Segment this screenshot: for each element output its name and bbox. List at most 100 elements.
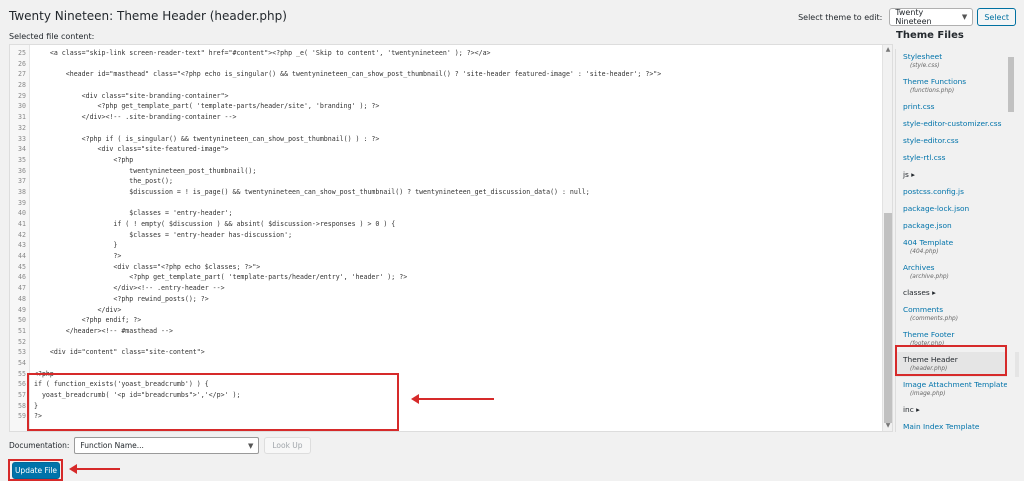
file-item[interactable]: Main Index Template [896,419,1019,432]
code-line[interactable]: 44 ?> [10,251,880,262]
code-line[interactable]: 54 [10,358,880,369]
code-line[interactable]: 45 <div class="<?php echo $classes; ?>"> [10,262,880,273]
code-line[interactable]: 46 <?php get_template_part( 'template-pa… [10,272,880,283]
code-text[interactable]: <?php endif; ?> [30,315,142,326]
code-line[interactable]: 37 the_post(); [10,176,880,187]
code-line[interactable]: 47 </div><!-- .entry-header --> [10,283,880,294]
select-button[interactable]: Select [977,8,1016,26]
code-text[interactable]: <?php [30,155,133,166]
code-text[interactable] [30,123,34,134]
code-line[interactable]: 49 </div> [10,305,880,316]
sidebar-scroll-thumb[interactable] [1008,57,1014,112]
line-number: 33 [18,134,26,143]
file-item-label: style-rtl.css [903,153,946,162]
code-text[interactable] [30,80,34,91]
code-text[interactable]: <div class="site-branding-container"> [30,91,229,102]
theme-select[interactable]: Twenty Nineteen ▼ [889,8,974,26]
code-line[interactable]: 36 twentynineteen_post_thumbnail(); [10,166,880,177]
line-number: 30 [18,102,26,111]
code-text[interactable]: <header id="masthead" class="<?php echo … [30,69,661,80]
folder-item[interactable]: classes ▸ [896,285,1019,302]
code-text[interactable]: $classes = 'entry-header'; [30,208,232,219]
code-text[interactable]: } [30,240,117,251]
line-number: 32 [18,123,26,132]
code-line[interactable]: 43 } [10,240,880,251]
line-number: 39 [18,198,26,207]
file-item[interactable]: package-lock.json [896,201,1019,218]
code-text[interactable] [30,59,34,70]
code-text[interactable]: </div> [30,305,122,316]
scroll-thumb[interactable] [884,213,892,423]
file-item[interactable]: Stylesheet (style.css) [896,49,1019,74]
file-item[interactable]: 404 Template (404.php) [896,235,1019,260]
code-line[interactable]: 39 [10,198,880,209]
code-line[interactable]: 53 <div id="content" class="site-content… [10,347,880,358]
code-text[interactable] [30,198,34,209]
code-text[interactable]: if ( ! empty( $discussion ) && absint( $… [30,219,395,230]
file-item-label: Theme Footer [903,330,955,339]
file-item[interactable]: postcss.config.js [896,184,1019,201]
code-text[interactable]: <a class="skip-link screen-reader-text" … [30,48,491,59]
look-up-button[interactable]: Look Up [264,437,311,454]
code-line[interactable]: 38 $discussion = ! is_page() && twentyni… [10,187,880,198]
scroll-up-icon[interactable]: ▲ [883,45,892,55]
code-text[interactable]: $classes = 'entry-header has-discussion'… [30,230,292,241]
code-text[interactable]: </header><!-- #masthead --> [30,326,173,337]
code-text[interactable]: $discussion = ! is_page() && twentyninet… [30,187,590,198]
file-item[interactable]: Comments (comments.php) [896,302,1019,327]
file-item[interactable]: Image Attachment Template (image.php) [896,377,1019,402]
code-line[interactable]: 29 <div class="site-branding-container"> [10,91,880,102]
code-line[interactable]: 28 [10,80,880,91]
file-item[interactable]: style-rtl.css [896,150,1019,167]
code-line[interactable]: 26 [10,59,880,70]
code-text[interactable]: <?php get_template_part( 'template-parts… [30,101,380,112]
code-text[interactable]: <div id="content" class="site-content"> [30,347,205,358]
file-item[interactable]: Archives (archive.php) [896,260,1019,285]
file-item[interactable]: package.json [896,218,1019,235]
code-line[interactable]: 32 [10,123,880,134]
editor-scrollbar[interactable]: ▲ ▼ [882,45,892,431]
code-line[interactable]: 27 <header id="masthead" class="<?php ec… [10,69,880,80]
code-line[interactable]: 51 </header><!-- #masthead --> [10,326,880,337]
code-line[interactable]: 35 <?php [10,155,880,166]
arrow-update-icon [69,464,120,474]
code-text[interactable] [30,358,34,369]
sidebar-scrollbar[interactable] [1007,49,1015,432]
code-line[interactable]: 33 <?php if ( is_singular() && twentynin… [10,134,880,145]
code-line[interactable]: 34 <div class="site-featured-image"> [10,144,880,155]
file-item[interactable]: style-editor-customizer.css [896,116,1019,133]
code-line[interactable]: 31 </div><!-- .site-branding-container -… [10,112,880,123]
file-item[interactable]: Theme Functions (functions.php) [896,74,1019,99]
file-item[interactable]: print.css [896,99,1019,116]
line-number: 46 [18,273,26,282]
code-line[interactable]: 40 $classes = 'entry-header'; [10,208,880,219]
code-line[interactable]: 50 <?php endif; ?> [10,315,880,326]
code-text[interactable]: ?> [30,251,121,262]
file-item-label: postcss.config.js [903,187,964,196]
code-text[interactable] [30,337,34,348]
folder-item[interactable]: js ▸ [896,167,1019,184]
code-line[interactable]: 41 if ( ! empty( $discussion ) && absint… [10,219,880,230]
code-text[interactable]: twentynineteen_post_thumbnail(); [30,166,256,177]
line-number: 34 [18,145,26,154]
code-line[interactable]: 48 <?php rewind_posts(); ?> [10,294,880,305]
code-line[interactable]: 42 $classes = 'entry-header has-discussi… [10,230,880,241]
folder-item[interactable]: inc ▸ [896,402,1019,419]
code-lines[interactable]: 25 <a class="skip-link screen-reader-tex… [10,48,880,422]
code-line[interactable]: 52 [10,337,880,348]
code-text[interactable]: <?php if ( is_singular() && twentyninete… [30,134,380,145]
scroll-down-icon[interactable]: ▼ [883,421,892,431]
code-line[interactable]: 30 <?php get_template_part( 'template-pa… [10,101,880,112]
file-item-label: style-editor.css [903,136,959,145]
code-text[interactable]: <div class="<?php echo $classes; ?>"> [30,262,260,273]
code-text[interactable]: </div><!-- .entry-header --> [30,283,224,294]
line-number: 38 [18,187,26,196]
code-text[interactable]: the_post(); [30,176,173,187]
file-item[interactable]: style-editor.css [896,133,1019,150]
function-name-select[interactable]: Function Name... ▼ [74,437,260,454]
code-text[interactable]: </div><!-- .site-branding-container --> [30,112,237,123]
code-text[interactable]: <div class="site-featured-image"> [30,144,229,155]
code-text[interactable]: <?php get_template_part( 'template-parts… [30,272,407,283]
code-text[interactable]: <?php rewind_posts(); ?> [30,294,208,305]
code-line[interactable]: 25 <a class="skip-link screen-reader-tex… [10,48,880,59]
